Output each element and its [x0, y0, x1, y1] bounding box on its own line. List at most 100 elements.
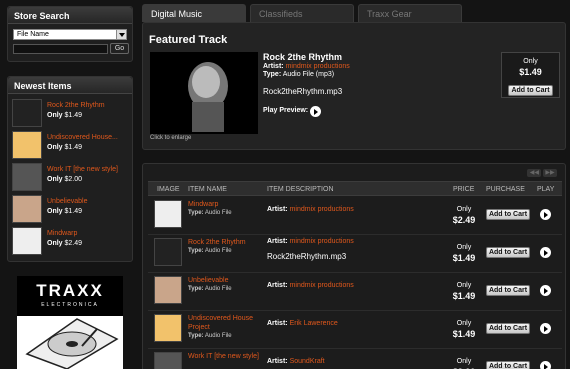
row-artist-label: Artist: [267, 320, 288, 327]
row-artist-line: Artist: mindmix productions [267, 238, 354, 245]
newest-item-name[interactable]: Mindwarp [47, 230, 77, 237]
featured-price-box: Only $1.49 Add to Cart [501, 52, 560, 98]
row-thumbnail[interactable] [154, 200, 182, 228]
newest-item-thumbnail[interactable] [12, 195, 42, 223]
newest-item-thumbnail[interactable] [12, 99, 42, 127]
newest-item-price-line: Only $1.49 [47, 112, 82, 119]
newest-item-name[interactable]: Unbelievable [47, 198, 87, 205]
pager-controls: ◀◀ ▶▶ [527, 169, 557, 177]
row-play-icon[interactable] [540, 361, 551, 369]
turntable-icon [25, 318, 119, 369]
newest-item-thumbnail[interactable] [12, 227, 42, 255]
newest-item-name[interactable]: Undiscovered House... [47, 134, 118, 141]
enlarge-caption[interactable]: Click to enlarge [150, 135, 191, 141]
row-artist-link[interactable]: mindmix productions [290, 282, 354, 289]
row-artist-label: Artist: [267, 238, 288, 245]
row-item-name[interactable]: Unbelievable [188, 276, 260, 285]
newest-item-price: $1.49 [64, 144, 83, 151]
row-item-name[interactable]: Work IT [the new style] [188, 352, 260, 361]
search-field-select[interactable]: File Name [13, 29, 127, 40]
newest-item-thumbnail[interactable] [12, 163, 42, 191]
tab-traxx-gear[interactable]: Traxx Gear [358, 4, 462, 22]
row-thumbnail[interactable] [154, 352, 182, 369]
next-page-icon[interactable]: ▶▶ [543, 169, 557, 177]
newest-item-name[interactable]: Rock 2the Rhythm [47, 102, 105, 109]
col-header-price: PRICE [453, 186, 475, 193]
row-type: Audio File [204, 248, 232, 254]
tab-classifieds[interactable]: Classifieds [250, 4, 354, 22]
prev-page-icon[interactable]: ◀◀ [527, 169, 542, 177]
row-price: $2.49 [452, 215, 476, 225]
traxx-logo: TRAXX ELECTRONICA [17, 276, 123, 369]
row-add-to-cart-button[interactable]: Add to Cart [486, 285, 530, 296]
newest-items-title: Newest Items [8, 77, 132, 94]
newest-item[interactable]: Undiscovered House... Only $1.49 [12, 131, 130, 161]
col-header-image: IMAGE [157, 186, 180, 193]
row-thumbnail[interactable] [154, 276, 182, 304]
newest-item[interactable]: Mindwarp Only $2.49 [12, 227, 130, 257]
tab-digital-music[interactable]: Digital Music [142, 4, 246, 22]
row-play-icon[interactable] [540, 247, 551, 258]
row-add-to-cart-button[interactable]: Add to Cart [486, 323, 530, 334]
featured-image[interactable] [150, 52, 258, 134]
newest-item-name[interactable]: Work IT [the new style] [47, 166, 118, 173]
newest-item-price-line: Only $1.49 [47, 208, 82, 215]
row-price: $1.49 [452, 291, 476, 301]
row-item-type-line: Type: Audio File [188, 286, 232, 292]
row-play-icon[interactable] [540, 323, 551, 334]
row-play-icon[interactable] [540, 285, 551, 296]
col-header-play: PLAY [537, 186, 555, 193]
featured-artist-line: Artist: mindmix productions [263, 63, 350, 70]
row-item-type-line: Type: Audio File [188, 333, 232, 339]
row-item-name[interactable]: Undiscovered House Project [188, 314, 260, 332]
search-input[interactable] [13, 44, 108, 54]
search-field-select-value: File Name [17, 31, 49, 38]
newest-item-only: Only [47, 112, 63, 119]
row-item-name[interactable]: Mindwarp [188, 200, 260, 209]
col-header-item-name: ITEM NAME [188, 186, 227, 193]
go-button[interactable]: Go [110, 43, 129, 54]
newest-item-thumbnail[interactable] [12, 131, 42, 159]
row-item-name[interactable]: Rock 2the Rhythm [188, 238, 260, 247]
featured-track-panel: Featured Track Click to enlarge Rock 2th… [142, 22, 566, 150]
newest-item-price-line: Only $2.49 [47, 240, 82, 247]
row-artist-label: Artist: [267, 206, 288, 213]
newest-item-only: Only [47, 208, 63, 215]
featured-artist-link[interactable]: mindmix productions [286, 63, 350, 70]
featured-price: $1.49 [519, 67, 542, 77]
row-artist-link[interactable]: mindmix productions [290, 206, 354, 213]
row-type: Audio File [204, 286, 232, 292]
newest-item[interactable]: Rock 2the Rhythm Only $1.49 [12, 99, 130, 129]
newest-item-price-line: Only $2.00 [47, 176, 82, 183]
row-artist-link[interactable]: Erik Lawerence [290, 320, 338, 327]
row-item-type-line: Type: Audio File [188, 210, 232, 216]
row-only: Only [456, 282, 472, 289]
row-price: $1.49 [452, 253, 476, 263]
newest-item-price-line: Only $1.49 [47, 144, 82, 151]
row-thumbnail[interactable] [154, 238, 182, 266]
table-row: Work IT [the new style] Type: Audio File… [148, 349, 562, 369]
play-icon[interactable] [310, 106, 321, 117]
table-row: Undiscovered House Project Type: Audio F… [148, 311, 562, 349]
featured-add-to-cart-button[interactable]: Add to Cart [508, 85, 553, 96]
row-artist-link[interactable]: SoundKraft [290, 358, 325, 365]
row-add-to-cart-button[interactable]: Add to Cart [486, 247, 530, 258]
newest-item-only: Only [47, 240, 63, 247]
row-type: Audio File [204, 210, 232, 216]
newest-item[interactable]: Unbelievable Only $1.49 [12, 195, 130, 225]
featured-filename: Rock2theRhythm.mp3 [263, 87, 343, 96]
row-thumbnail[interactable] [154, 314, 182, 342]
row-add-to-cart-button[interactable]: Add to Cart [486, 209, 530, 220]
row-play-icon[interactable] [540, 209, 551, 220]
newest-item[interactable]: Work IT [the new style] Only $2.00 [12, 163, 130, 193]
row-add-to-cart-button[interactable]: Add to Cart [486, 361, 530, 369]
row-artist-line: Artist: SoundKraft [267, 358, 325, 365]
row-description: Rock2theRhythm.mp3 [267, 252, 347, 261]
row-type-label: Type: [188, 210, 204, 216]
row-artist-link[interactable]: mindmix productions [290, 238, 354, 245]
row-type-label: Type: [188, 248, 204, 254]
play-preview-label: Play Preview: [263, 107, 309, 114]
row-artist-line: Artist: Erik Lawerence [267, 320, 338, 327]
featured-title: Rock 2the Rhythm [263, 52, 343, 62]
row-only: Only [456, 206, 472, 213]
